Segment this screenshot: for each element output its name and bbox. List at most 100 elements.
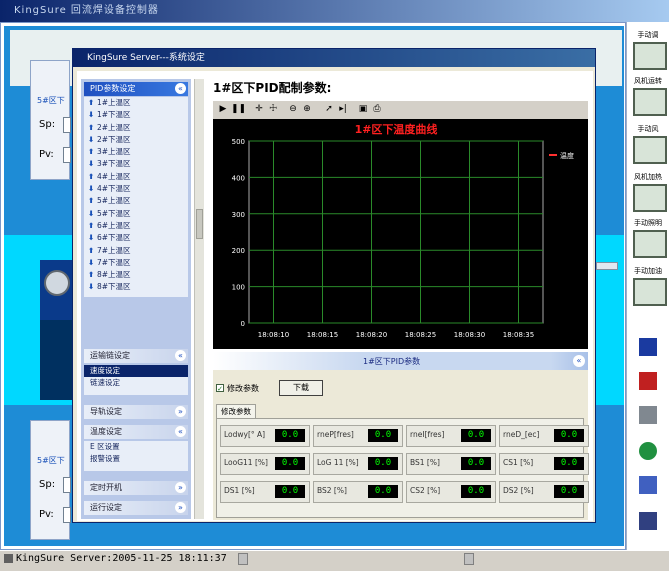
tab-modify-params[interactable]: 修改参数 (216, 404, 256, 418)
nav-item-zone[interactable]: ⬇ 3#下温区 (84, 158, 188, 170)
help-icon[interactable] (639, 476, 657, 494)
zone-label: 5#区下 (37, 96, 65, 105)
nav-item-zone[interactable]: ⬆ 7#上温区 (84, 245, 188, 257)
nav-item-zone[interactable]: ⬇ 4#下温区 (84, 183, 188, 195)
sp-label: Sp: (39, 479, 56, 490)
param-field: LooG11 [%] 0.0 (220, 453, 310, 475)
param-field: rneD_[ec] 0.0 (499, 425, 589, 447)
fan-heat-button[interactable] (633, 184, 667, 212)
nav-item-zone[interactable]: ⬇ 7#下温区 (84, 257, 188, 269)
dialog-title-bar[interactable]: KingSure Server---系统设定 (73, 49, 595, 67)
collapse-icon[interactable]: « (175, 426, 186, 437)
param-value-input[interactable]: 0.0 (275, 485, 305, 498)
nav-item-label: 4#下温区 (97, 184, 131, 194)
nav-item-zone-setting[interactable]: E 区设置 (84, 441, 188, 453)
nav-item-alarm-setting[interactable]: 报警设置 (84, 453, 188, 465)
nav-item-zone[interactable]: ⬆ 2#上温区 (84, 122, 188, 134)
nav-item-zone[interactable]: ⬆ 3#上温区 (84, 146, 188, 158)
param-value-input[interactable]: 0.0 (368, 429, 398, 442)
download-button[interactable]: 下载 (279, 380, 323, 396)
param-value-input[interactable]: 0.0 (275, 457, 305, 470)
zone-panel-bottom[interactable]: 5#区下 Sp: Pv: (30, 420, 71, 540)
arrow-up-icon: ⬆ (88, 270, 95, 280)
nav-item-zone[interactable]: ⬇ 6#下温区 (84, 232, 188, 244)
modify-checkbox[interactable]: ✓ (216, 384, 224, 393)
pan-icon[interactable]: ☩ (267, 103, 279, 116)
nav-item-zone[interactable]: ⬆ 8#上温区 (84, 269, 188, 281)
fan-heat-label: 风机加热 (634, 173, 662, 181)
refresh-icon[interactable] (639, 442, 657, 460)
plot-area (248, 140, 544, 324)
param-value-input[interactable]: 0.0 (554, 485, 584, 498)
param-value-input[interactable]: 0.0 (554, 457, 584, 470)
nav-item-speed[interactable]: 速度设定 (84, 365, 188, 377)
nav-scrollbar[interactable] (194, 79, 204, 519)
save-icon[interactable]: ▣ (357, 103, 369, 116)
collapse-icon[interactable]: « (573, 355, 585, 367)
chart-svg: 1#区下温度曲线 0 100 200 300 400 500 18:08:10 18:08:15… (232, 122, 574, 339)
expand-icon[interactable]: » (175, 482, 186, 493)
arrow-down-icon: ⬇ (88, 134, 95, 144)
param-value-input[interactable]: 0.0 (368, 485, 398, 498)
nav-section-temperature[interactable]: 温度设定 « (84, 425, 188, 439)
nav-item-zone[interactable]: ⬆ 5#上温区 (84, 195, 188, 207)
step-icon[interactable]: ▸| (337, 103, 349, 116)
param-value-input[interactable]: 0.0 (554, 429, 584, 442)
nav-section-run[interactable]: 运行设定 » (84, 501, 188, 515)
manual-light-button[interactable] (633, 230, 667, 258)
nav-item-zone[interactable]: ⬆ 4#上温区 (84, 171, 188, 183)
param-label: CS2 [%] (410, 486, 441, 495)
expand-icon[interactable]: » (175, 502, 186, 513)
param-label: rneP[fres] (317, 430, 354, 439)
nav-item-zone[interactable]: ⬇ 1#下温区 (84, 109, 188, 121)
nav-section-conveyor[interactable]: 运输链设定 « (84, 349, 188, 363)
nav-section-timer[interactable]: 定时开机 » (84, 481, 188, 495)
param-value-input[interactable]: 0.0 (461, 457, 491, 470)
param-value-input[interactable]: 0.0 (275, 429, 305, 442)
param-value-input[interactable]: 0.0 (461, 429, 491, 442)
expand-icon[interactable]: » (175, 406, 186, 417)
nav-section-title: 运输链设定 (90, 351, 130, 360)
cursor-icon[interactable]: ➚ (323, 103, 335, 116)
param-value-input[interactable]: 0.0 (368, 457, 398, 470)
collapse-icon[interactable]: « (175, 83, 186, 94)
nav-item-zone[interactable]: ⬆ 6#上温区 (84, 220, 188, 232)
zoom-in-icon[interactable]: ⊕ (301, 103, 313, 116)
status-scroll-right[interactable] (464, 553, 474, 565)
param-value-input[interactable]: 0.0 (461, 485, 491, 498)
param-label: LoG 11 [%] (317, 458, 359, 467)
nav-item-zone[interactable]: ⬇ 8#下温区 (84, 281, 188, 293)
nav-scroll-thumb[interactable] (196, 209, 203, 239)
print-icon[interactable]: ⎙ (371, 103, 383, 116)
crosshair-icon[interactable]: ✛ (253, 103, 265, 116)
nav-section-pid[interactable]: PID参数设定 « (84, 82, 188, 96)
nav-section-rail[interactable]: 导轨设定 » (84, 405, 188, 419)
collapse-icon[interactable]: « (175, 350, 186, 361)
exit-icon[interactable] (639, 512, 657, 530)
x-tick-label: 18:08:25 (405, 331, 436, 339)
manual-fan-button[interactable] (633, 136, 667, 164)
manual-adjust-button[interactable] (633, 42, 667, 70)
nav-item-zone[interactable]: ⬆ 1#上温区 (84, 97, 188, 109)
nav-item-chain-speed[interactable]: 链速设定 (84, 377, 188, 389)
nav-item-zone[interactable]: ⬇ 2#下温区 (84, 134, 188, 146)
monitor-icon[interactable] (639, 338, 657, 356)
pid-group-header: 1#区下PID参数 « (213, 352, 588, 370)
fan-run-button[interactable] (633, 88, 667, 116)
param-label: rneI[fres] (410, 430, 445, 439)
status-scroll-left[interactable] (238, 553, 248, 565)
printer-icon[interactable] (639, 406, 657, 424)
play-icon[interactable]: ▶ (217, 103, 229, 116)
param-field: CS2 [%] 0.0 (406, 481, 496, 503)
zone-panel-top[interactable]: 5#区下 Sp: Pv: (30, 60, 71, 180)
zoom-out-icon[interactable]: ⊖ (287, 103, 299, 116)
param-field: LoG 11 [%] 0.0 (313, 453, 403, 475)
settings-icon[interactable] (639, 372, 657, 390)
nav-item-zone[interactable]: ⬇ 5#下温区 (84, 208, 188, 220)
manual-oil-button[interactable] (633, 278, 667, 306)
arrow-down-icon: ⬇ (88, 233, 95, 243)
pause-icon[interactable]: ❚❚ (231, 103, 246, 116)
conveyor-list: 速度设定 链速设定 (84, 365, 188, 395)
arrow-up-icon: ⬆ (88, 245, 95, 255)
conveyor-end (596, 262, 618, 270)
